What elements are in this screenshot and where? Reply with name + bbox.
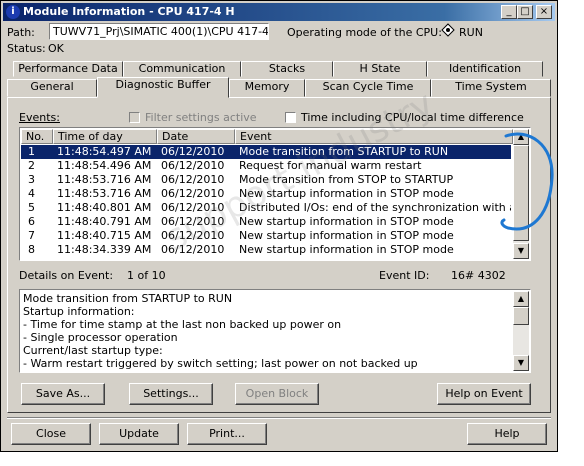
diamond-run-icon xyxy=(441,23,455,37)
tab-performance-data[interactable]: Performance Data xyxy=(13,61,123,77)
footer-divider xyxy=(7,417,551,419)
help-button[interactable]: Help xyxy=(467,423,547,445)
details-scrollbar[interactable]: ▲ ▼ xyxy=(513,291,529,371)
column-header-event[interactable]: Event xyxy=(235,129,513,144)
table-row[interactable]: 7 11:48:40.715 AM 06/12/2010 New startup… xyxy=(21,229,511,243)
path-field[interactable]: TUWV71_Prj\SIMATIC 400(1)\CPU 417-4 H xyxy=(49,23,269,40)
maximize-button[interactable]: □ xyxy=(517,5,533,19)
details-label: Details on Event: xyxy=(19,269,114,282)
table-row[interactable]: 1 11:48:54.497 AM 06/12/2010 Mode transi… xyxy=(21,145,511,159)
tab-h-state[interactable]: H State xyxy=(333,61,427,77)
table-row[interactable]: 3 11:48:53.716 AM 06/12/2010 Mode transi… xyxy=(21,173,511,187)
tab-scan-cycle-time[interactable]: Scan Cycle Time xyxy=(305,79,431,97)
event-id-label: Event ID: xyxy=(379,269,430,282)
tab-time-system[interactable]: Time System xyxy=(431,79,551,97)
time-difference-label: Time including CPU/local time difference xyxy=(301,111,524,124)
window-title: Module Information - CPU 417-4 H xyxy=(23,5,235,18)
scroll-up-icon[interactable]: ▲ xyxy=(513,291,529,307)
operating-mode-label: Operating mode of the CPU: xyxy=(287,26,442,39)
update-button[interactable]: Update xyxy=(99,423,179,445)
title-bar: i Module Information - CPU 417-4 H _ □ × xyxy=(3,3,555,21)
scroll-down-icon[interactable]: ▼ xyxy=(513,355,529,371)
filter-settings-checkbox xyxy=(129,112,140,123)
save-as-button[interactable]: Save As... xyxy=(21,383,105,405)
table-row[interactable]: 2 11:48:54.496 AM 06/12/2010 Request for… xyxy=(21,159,511,173)
table-row[interactable]: 4 11:48:53.716 AM 06/12/2010 New startup… xyxy=(21,187,511,201)
table-row[interactable]: 8 11:48:34.339 AM 06/12/2010 New startup… xyxy=(21,243,511,257)
event-list-scrollbar[interactable]: ▲ ▼ xyxy=(513,129,529,259)
column-header-date[interactable]: Date xyxy=(157,129,235,144)
scroll-down-icon[interactable]: ▼ xyxy=(513,243,529,259)
info-icon: i xyxy=(6,5,20,19)
open-block-button[interactable]: Open Block xyxy=(235,383,319,405)
tab-identification[interactable]: Identification xyxy=(427,61,543,77)
time-difference-checkbox[interactable] xyxy=(285,112,296,123)
scroll-thumb[interactable] xyxy=(513,307,529,325)
status-value: OK xyxy=(48,42,64,55)
column-header-time[interactable]: Time of day xyxy=(53,129,157,144)
filter-settings-label: Filter settings active xyxy=(145,111,257,124)
module-information-window: i Module Information - CPU 417-4 H _ □ ×… xyxy=(0,0,558,452)
close-button[interactable]: Close xyxy=(11,423,91,445)
table-row[interactable]: 6 11:48:40.791 AM 06/12/2010 New startup… xyxy=(21,215,511,229)
event-list[interactable]: No. Time of day Date Event 1 11:48:54.49… xyxy=(19,127,531,261)
tab-diagnostic-buffer[interactable]: Diagnostic Buffer xyxy=(97,77,229,98)
operating-mode-value: RUN xyxy=(459,26,483,39)
tab-general[interactable]: General xyxy=(7,79,97,97)
event-details-text[interactable]: Mode transition from STARTUP to RUN Star… xyxy=(19,289,531,373)
event-id-value: 16# 4302 xyxy=(451,269,506,282)
scroll-thumb[interactable] xyxy=(513,145,529,241)
print-button[interactable]: Print... xyxy=(187,423,267,445)
path-label: Path: xyxy=(7,26,35,39)
scroll-up-icon[interactable]: ▲ xyxy=(513,129,529,145)
column-header-no[interactable]: No. xyxy=(21,129,53,144)
help-on-event-button[interactable]: Help on Event xyxy=(437,383,531,405)
settings-button[interactable]: Settings... xyxy=(129,383,213,405)
tab-memory[interactable]: Memory xyxy=(229,79,305,97)
table-row[interactable]: 5 11:48:40.801 AM 06/12/2010 Distributed… xyxy=(21,201,511,215)
tab-communication[interactable]: Communication xyxy=(123,61,241,77)
details-counter: 1 of 10 xyxy=(127,269,166,282)
close-window-button[interactable]: × xyxy=(536,5,552,19)
status-label: Status: xyxy=(7,42,46,55)
events-label: Events: xyxy=(19,111,60,124)
minimize-button[interactable]: _ xyxy=(501,5,517,19)
tab-stacks[interactable]: Stacks xyxy=(241,61,333,77)
